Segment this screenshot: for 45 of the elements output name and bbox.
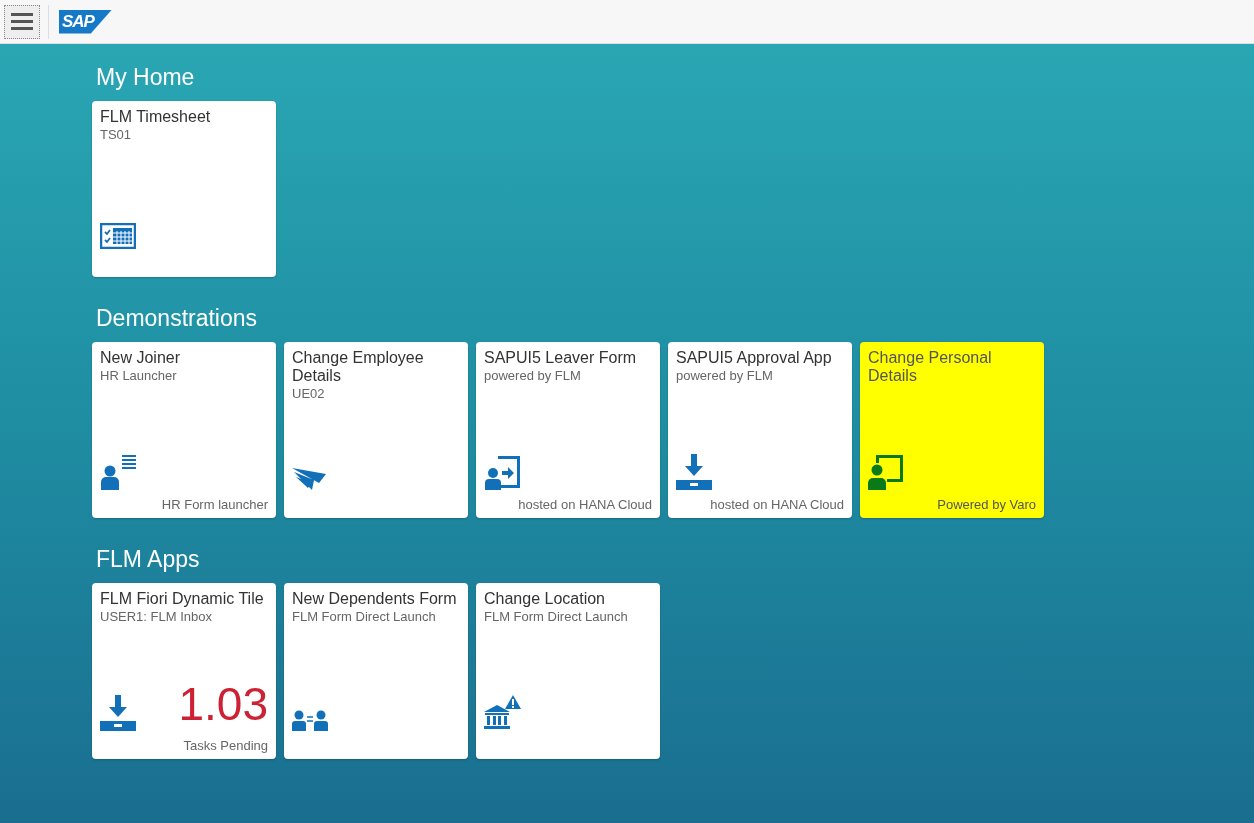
building-warning-icon	[484, 695, 522, 731]
app-tile[interactable]: SAPUI5 Approval App powered by FLM hosted on HANA Cloud	[668, 342, 852, 518]
tile-title: New Joiner	[100, 349, 182, 367]
tile-subtitle: HR Launcher	[100, 367, 178, 384]
tile-subtitle: FLM Form Direct Launch	[484, 608, 629, 625]
logo: SAP	[59, 9, 112, 34]
app-tile[interactable]: SAPUI5 Leaver Form powered by FLM hosted on HANA Cloud	[476, 342, 660, 518]
tile-title: Change Employee Details	[292, 349, 425, 385]
tile-subtitle: USER1: FLM Inbox	[100, 608, 213, 625]
app-tile[interactable]: Change Employee Details UE02	[284, 342, 468, 518]
tile-subtitle: TS01	[100, 126, 133, 143]
calendar-icon	[100, 223, 136, 249]
tile-subtitle: powered by FLM	[676, 367, 774, 384]
menu-button[interactable]	[4, 4, 40, 39]
tile-title: FLM Fiori Dynamic Tile	[100, 590, 265, 608]
tile-title: Change Location	[484, 590, 606, 608]
app-tile[interactable]: Change Location FLM Form Direct Launch	[476, 583, 660, 759]
tile-subtitle: UE02	[292, 385, 326, 402]
group-title: My Home	[96, 66, 196, 89]
tile-footer: Powered by Varo	[868, 496, 1036, 513]
group-title: FLM Apps	[96, 548, 201, 571]
person-door-icon	[484, 454, 522, 490]
tile-title: SAPUI5 Approval App	[676, 349, 833, 367]
tile-title: Change Personal Details	[868, 349, 993, 385]
person-frame-icon	[868, 454, 904, 490]
tile-subtitle: FLM Form Direct Launch	[292, 608, 437, 625]
person-list-icon	[100, 454, 136, 490]
download-tray-icon	[100, 695, 136, 731]
tile-footer: Tasks Pending	[100, 737, 268, 754]
app-tile[interactable]: FLM Fiori Dynamic Tile USER1: FLM Inbox 1.03 Tasks Pending	[92, 583, 276, 759]
tile-footer: hosted on HANA Cloud	[484, 496, 652, 513]
tile-footer: hosted on HANA Cloud	[676, 496, 844, 513]
tile-title: FLM Timesheet	[100, 108, 212, 126]
tile-footer: HR Form launcher	[100, 496, 268, 513]
tile-subtitle: powered by FLM	[484, 367, 582, 384]
kpi-number: 1.03	[178, 681, 268, 727]
app-tile[interactable]: Change Personal Details Powered by Varo	[860, 342, 1044, 518]
tile-title: New Dependents Form	[292, 590, 458, 608]
tile-title: SAPUI5 Leaver Form	[484, 349, 638, 367]
download-tray-icon	[676, 454, 712, 490]
app-tile[interactable]: FLM Timesheet TS01	[92, 101, 276, 277]
app-tile[interactable]: New Joiner HR Launcher HR Form launcher	[92, 342, 276, 518]
paper-plane-icon	[292, 466, 326, 490]
group-title: Demonstrations	[96, 307, 259, 330]
app-tile[interactable]: New Dependents Form FLM Form Direct Launch	[284, 583, 468, 759]
